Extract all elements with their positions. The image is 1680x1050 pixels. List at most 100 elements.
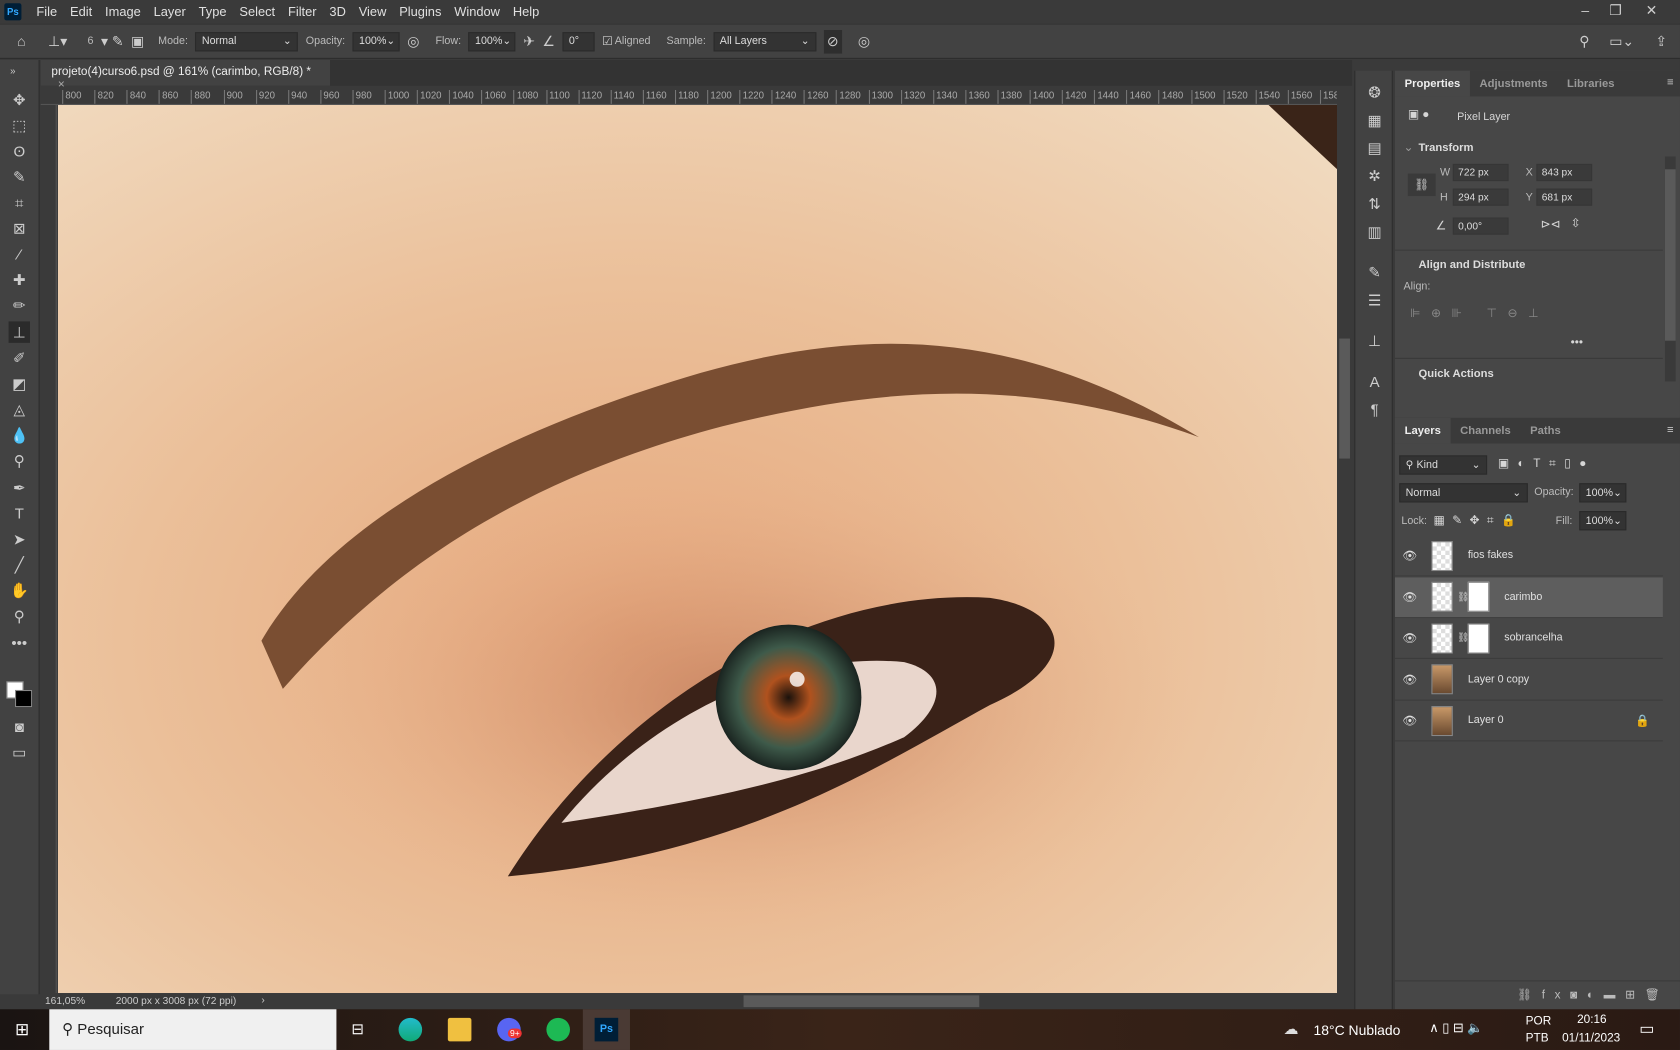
chevron-down-icon[interactable]: ⌄ <box>1404 140 1414 154</box>
language[interactable]: POR <box>1526 1015 1552 1028</box>
lasso-tool-icon[interactable]: ʘ <box>9 140 30 161</box>
clone-stamp-tool-icon[interactable]: ⊥ <box>8 321 30 343</box>
layer-row[interactable]: 👁 fios fakes <box>1394 536 1663 577</box>
brush-tool-icon[interactable]: ✏ <box>9 295 30 316</box>
menu-image[interactable]: Image <box>99 4 148 19</box>
layer-thumbnail[interactable] <box>1431 705 1453 736</box>
lock-icons[interactable]: ▦✎✥⌗🔒 <box>1434 513 1524 528</box>
brush-settings-panel-icon[interactable]: ☰ <box>1364 289 1385 310</box>
align-buttons-icon[interactable]: ⊫⊕⊪ ⊤⊖⊥ <box>1410 306 1549 320</box>
layer-name[interactable]: Layer 0 <box>1468 715 1504 727</box>
tray-icons[interactable]: ∧ ▯ ⊟ 🔈 <box>1429 1020 1483 1035</box>
filter-icons[interactable]: ▣◐T⌗▯● <box>1498 456 1595 471</box>
tab-paths[interactable]: Paths <box>1520 418 1570 444</box>
brush-settings-icon[interactable]: ▾ ✎ <box>101 33 124 50</box>
weather-text[interactable]: 18°C Nublado <box>1314 1022 1401 1038</box>
clone-source-icon[interactable]: ▣ <box>131 33 144 50</box>
pressure-size-icon[interactable]: ◎ <box>858 33 870 50</box>
background-color-swatch[interactable] <box>14 689 33 708</box>
fill-input[interactable]: 100% ⌄ <box>1579 511 1627 531</box>
layer-thumbnail[interactable] <box>1431 540 1453 571</box>
angle-input[interactable]: 0° <box>562 31 595 51</box>
status-menu-chevron-icon[interactable]: › <box>261 994 264 1006</box>
layer-name[interactable]: Layer 0 copy <box>1468 673 1529 685</box>
blend-mode-select[interactable]: Normal ⌄ <box>1399 483 1528 503</box>
more-options-button[interactable]: ••• <box>1571 336 1583 349</box>
height-field[interactable]: 294 px <box>1452 188 1509 206</box>
menu-select[interactable]: Select <box>233 4 282 19</box>
zoom-level[interactable]: 161,05% <box>45 995 85 1007</box>
clock-time[interactable]: 20:16 <box>1577 1014 1606 1027</box>
horizontal-scrollbar-thumb[interactable] <box>743 995 980 1008</box>
move-tool-icon[interactable]: ✥ <box>9 89 30 110</box>
eraser-tool-icon[interactable]: ◩ <box>9 373 30 394</box>
menu-window[interactable]: Window <box>448 4 507 19</box>
layer-name[interactable]: fios fakes <box>1468 550 1513 562</box>
layer-thumbnail[interactable] <box>1431 664 1453 695</box>
quick-mask-icon[interactable]: ◙ <box>9 716 30 737</box>
menu-type[interactable]: Type <box>192 4 233 19</box>
patterns-icon[interactable]: ✲ <box>1364 165 1385 186</box>
healing-brush-tool-icon[interactable]: ✚ <box>9 269 30 290</box>
layer-mask-thumbnail[interactable] <box>1467 623 1490 654</box>
type-tool-icon[interactable]: T <box>9 502 30 523</box>
frame-tool-icon[interactable]: ⊠ <box>9 217 30 238</box>
properties-scrollbar[interactable] <box>1664 156 1676 382</box>
flow-input[interactable]: 100% ⌄ <box>468 31 516 51</box>
brushes-icon[interactable]: ✎ <box>1364 261 1385 282</box>
airbrush-icon[interactable]: ✈ <box>523 33 535 50</box>
menu-edit[interactable]: Edit <box>64 4 99 19</box>
menu-3d[interactable]: 3D <box>323 4 352 19</box>
layer-row[interactable]: 👁 ⛓ carimbo <box>1394 576 1663 618</box>
notifications-icon[interactable]: ▭ <box>1639 1019 1654 1038</box>
visibility-eye-icon[interactable]: 👁 <box>1395 672 1425 686</box>
task-view-icon[interactable]: ⊟ <box>351 1020 364 1038</box>
pressure-opacity-icon[interactable]: ◎ <box>407 33 419 50</box>
workspace-icon[interactable]: ▭⌄ <box>1609 33 1634 50</box>
ignore-adjustment-layers-icon[interactable]: ⊘ <box>823 29 842 54</box>
dodge-tool-icon[interactable]: ⚲ <box>9 450 30 471</box>
align-section[interactable]: Align and Distribute <box>1419 258 1526 271</box>
mask-link-icon[interactable]: ⛓ <box>1457 591 1469 603</box>
search-icon[interactable]: ⚲ <box>1579 33 1589 50</box>
menu-view[interactable]: View <box>352 4 392 19</box>
visibility-eye-icon[interactable]: 👁 <box>1395 631 1425 645</box>
screen-mode-icon[interactable]: ▭ <box>9 741 30 762</box>
layer-name[interactable]: carimbo <box>1504 591 1542 603</box>
clock-date[interactable]: 01/11/2023 <box>1562 1032 1620 1045</box>
tab-adjustments[interactable]: Adjustments <box>1470 71 1557 97</box>
vertical-scrollbar[interactable] <box>1337 87 1353 994</box>
swatches-icon[interactable]: ▦ <box>1364 109 1385 130</box>
histogram-icon[interactable]: ▥ <box>1364 221 1385 242</box>
flip-vertical-icon[interactable]: ⇳ <box>1571 216 1581 230</box>
mode-select[interactable]: Normal ⌄ <box>195 31 299 51</box>
quick-selection-tool-icon[interactable]: ✎ <box>9 166 30 187</box>
clone-stamp-preset-icon[interactable]: ⊥▾ <box>48 33 67 50</box>
marquee-tool-icon[interactable]: ⬚ <box>9 115 30 136</box>
visibility-eye-icon[interactable]: 👁 <box>1395 714 1425 728</box>
path-selection-tool-icon[interactable]: ➤ <box>9 528 30 549</box>
visibility-eye-icon[interactable]: 👁 <box>1395 549 1425 563</box>
visibility-eye-icon[interactable]: 👁 <box>1395 590 1425 604</box>
layer-mask-thumbnail[interactable] <box>1467 581 1490 612</box>
angle-field[interactable]: 0,00° <box>1452 217 1509 235</box>
close-window-icon[interactable]: ✕ <box>1646 2 1658 19</box>
layer-opacity-input[interactable]: 100% ⌄ <box>1579 483 1627 503</box>
document-tab[interactable]: projeto(4)curso6.psd @ 161% (carimbo, RG… <box>40 59 330 91</box>
windows-start-icon[interactable]: ⊞ <box>15 1019 29 1040</box>
file-explorer-icon[interactable] <box>447 1017 472 1042</box>
zoom-tool-icon[interactable]: ⚲ <box>9 605 30 626</box>
adjustments-icon[interactable]: ⇅ <box>1364 193 1385 214</box>
menu-file[interactable]: File <box>30 4 64 19</box>
hand-tool-icon[interactable]: ✋ <box>9 580 30 601</box>
menu-plugins[interactable]: Plugins <box>393 4 448 19</box>
gradients-icon[interactable]: ▤ <box>1364 137 1385 158</box>
tab-libraries[interactable]: Libraries <box>1557 71 1624 97</box>
sample-select[interactable]: All Layers ⌄ <box>713 31 817 51</box>
aligned-checkbox[interactable]: ☑ <box>602 34 613 48</box>
restore-icon[interactable]: ❐ <box>1609 2 1621 19</box>
crop-tool-icon[interactable]: ⌗ <box>9 192 30 213</box>
scrollbar-thumb[interactable] <box>1339 338 1350 459</box>
layer-name[interactable]: sobrancelha <box>1504 632 1562 644</box>
brush-size[interactable]: 6 <box>88 35 94 47</box>
